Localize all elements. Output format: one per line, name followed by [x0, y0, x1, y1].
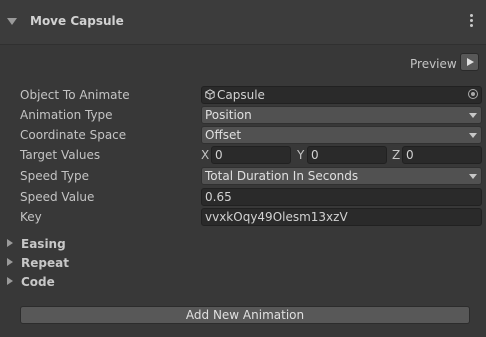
play-icon	[467, 58, 474, 66]
collapse-arrow-icon[interactable]	[7, 18, 17, 25]
target-z-field[interactable]: 0	[402, 146, 482, 164]
add-new-animation-button[interactable]: Add New Animation	[20, 306, 470, 324]
code-foldout-label: Code	[21, 275, 55, 289]
coordinate-space-value: Offset	[205, 128, 242, 142]
animation-type-label: Animation Type	[20, 108, 113, 122]
preview-play-button[interactable]	[460, 53, 479, 71]
chevron-down-icon	[469, 113, 477, 118]
kebab-menu-icon[interactable]	[470, 14, 474, 30]
target-z-label: Z	[392, 148, 401, 162]
code-foldout[interactable]: Code	[7, 275, 55, 289]
component-title: Move Capsule	[30, 14, 124, 28]
target-y-field[interactable]: 0	[307, 146, 387, 164]
key-field[interactable]: vvxkOqy49Olesm13xzV	[201, 208, 482, 226]
expand-arrow-icon	[7, 239, 13, 247]
speed-type-label: Speed Type	[20, 169, 89, 183]
object-picker-icon[interactable]	[468, 89, 478, 99]
repeat-foldout[interactable]: Repeat	[7, 256, 69, 270]
target-x-label: X	[201, 148, 210, 162]
target-y-label: Y	[297, 148, 305, 162]
preview-label: Preview	[410, 57, 457, 71]
repeat-foldout-label: Repeat	[21, 256, 69, 270]
object-to-animate-value: Capsule	[217, 88, 265, 102]
speed-type-value: Total Duration In Seconds	[205, 169, 359, 183]
expand-arrow-icon	[7, 277, 13, 285]
key-label: Key	[20, 210, 42, 224]
easing-foldout[interactable]: Easing	[7, 237, 66, 251]
animation-type-value: Position	[205, 108, 252, 122]
speed-value-label: Speed Value	[20, 190, 95, 204]
expand-arrow-icon	[7, 258, 13, 266]
chevron-down-icon	[469, 133, 477, 138]
coordinate-space-dropdown[interactable]: Offset	[201, 126, 482, 144]
gameobject-icon	[205, 89, 215, 100]
object-to-animate-label: Object To Animate	[20, 88, 130, 102]
target-values-label: Target Values	[20, 148, 101, 162]
animation-type-dropdown[interactable]: Position	[201, 106, 482, 124]
speed-value-field[interactable]: 0.65	[201, 188, 482, 206]
object-to-animate-field[interactable]: Capsule	[201, 86, 482, 104]
coordinate-space-label: Coordinate Space	[20, 128, 127, 142]
component-header[interactable]: Move Capsule	[0, 0, 486, 45]
easing-foldout-label: Easing	[21, 237, 66, 251]
chevron-down-icon	[469, 174, 477, 179]
target-x-field[interactable]: 0	[211, 146, 291, 164]
speed-type-dropdown[interactable]: Total Duration In Seconds	[201, 167, 482, 185]
